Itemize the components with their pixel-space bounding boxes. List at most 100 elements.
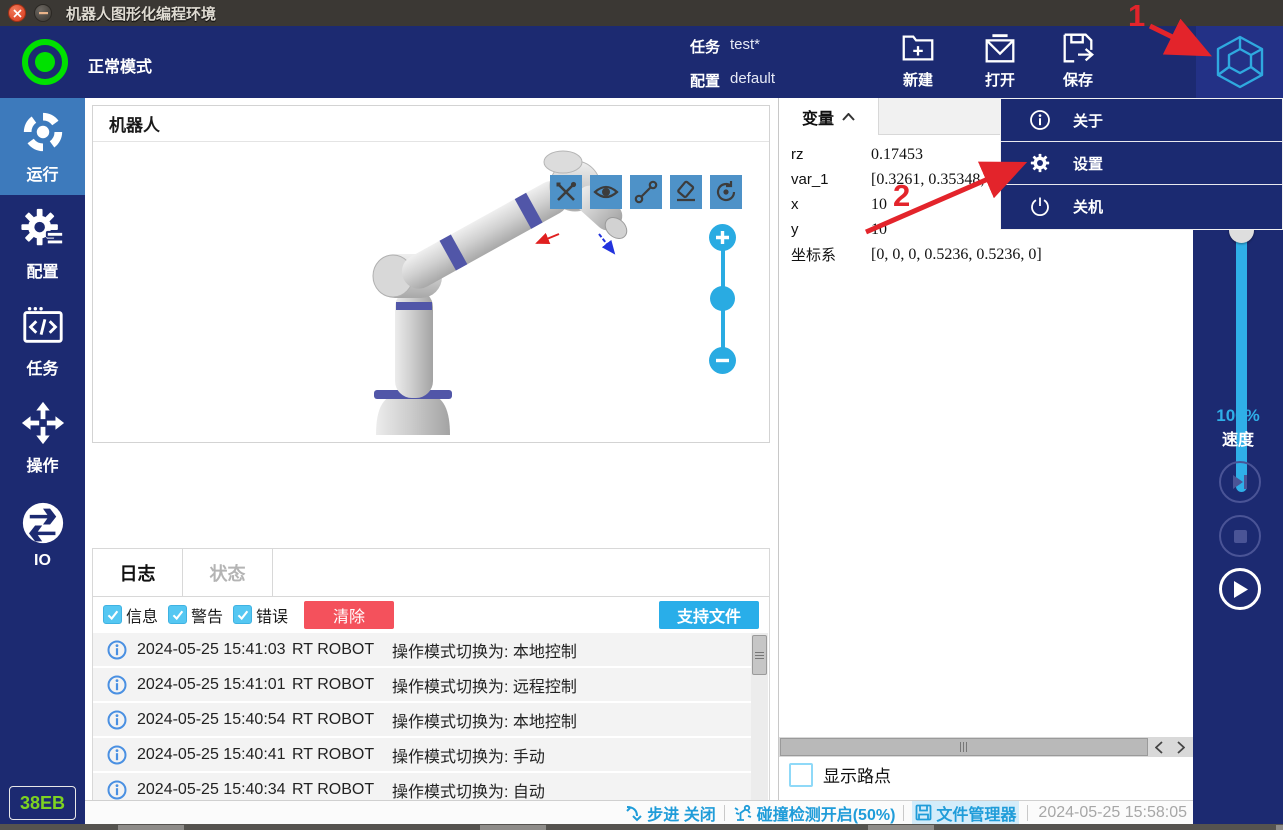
power-icon: [1029, 196, 1051, 218]
task-code-icon: [20, 303, 66, 349]
info-icon: [107, 640, 127, 660]
info-checkbox[interactable]: [103, 605, 122, 624]
scroll-right-button[interactable]: [1170, 737, 1192, 757]
app-dropdown-menu: 关于 设置: [1000, 98, 1283, 230]
clear-log-button[interactable]: 清除: [304, 601, 394, 629]
statusbar-timestamp: 2024-05-25 15:58:05: [1038, 804, 1187, 822]
log-tabs: 日志 状态: [93, 549, 769, 597]
show-waypoints-label: 显示路点: [823, 762, 891, 787]
file-manager-button[interactable]: 文件管理器: [912, 801, 1019, 825]
task-value: test*: [730, 36, 760, 53]
log-panel: 日志 状态 信息 警告: [92, 548, 770, 830]
divider: [903, 805, 904, 821]
tab-log[interactable]: 日志: [93, 549, 183, 596]
save-icon: [1059, 29, 1097, 67]
path-button[interactable]: [630, 175, 662, 209]
step-button[interactable]: [1219, 461, 1261, 503]
skip-icon: [1231, 474, 1249, 490]
error-checkbox[interactable]: [233, 605, 252, 624]
erase-button[interactable]: [670, 175, 702, 209]
scroll-left-button[interactable]: [1148, 737, 1170, 757]
sidebar-item-operate[interactable]: 操作: [0, 389, 85, 486]
step-mode-status[interactable]: 步进 关闭: [625, 801, 715, 825]
play-icon: [1232, 580, 1249, 599]
filter-info[interactable]: 信息: [103, 603, 158, 627]
open-icon: [981, 29, 1019, 67]
variable-row[interactable]: 坐标系 [0, 0, 0, 0.5236, 0.5236, 0]: [779, 242, 1194, 267]
move-arrows-icon: [20, 400, 66, 446]
reset-view-button[interactable]: [710, 175, 742, 209]
task-label: 任务: [690, 36, 720, 57]
speed-slider-track[interactable]: [1236, 222, 1247, 492]
window-close-button[interactable]: [8, 4, 26, 22]
view-toolbar: [550, 175, 742, 209]
support-file-button[interactable]: 支持文件: [659, 601, 759, 629]
check-icon: [106, 608, 119, 621]
eye-icon: [593, 179, 619, 205]
sidebar-item-task[interactable]: 任务: [0, 292, 85, 389]
filter-error[interactable]: 错误: [233, 603, 288, 627]
speed-label: 速度: [1193, 426, 1283, 450]
filter-warning[interactable]: 警告: [168, 603, 223, 627]
divider: [724, 805, 725, 821]
stop-icon: [1233, 529, 1248, 544]
show-waypoints-checkbox[interactable]: [789, 763, 813, 787]
log-row: 2024-05-25 15:41:01RT ROBOT操作模式切换为: 远程控制: [93, 668, 753, 701]
close-icon: [13, 9, 22, 18]
new-task-button[interactable]: 新建: [885, 29, 951, 97]
zoom-slider-handle[interactable]: [710, 286, 735, 311]
variable-hscrollbar[interactable]: [779, 737, 1194, 757]
app-menu-button[interactable]: [1196, 26, 1283, 98]
config-value: default: [730, 70, 775, 87]
menu-item-about[interactable]: 关于: [1001, 99, 1282, 142]
run-icon: [20, 109, 66, 155]
sidebar-item-run[interactable]: 运行: [0, 98, 85, 195]
collision-text: 碰撞检测开启(50%): [757, 801, 896, 825]
chevron-right-icon: [1177, 741, 1185, 754]
step-mode-text: 步进 关闭: [647, 801, 715, 825]
robot-3d-viewport[interactable]: [93, 142, 769, 442]
info-icon: [107, 780, 127, 800]
show-waypoints-option[interactable]: 显示路点: [789, 762, 891, 787]
tab-status[interactable]: 状态: [183, 549, 273, 596]
sidebar-item-config[interactable]: 配置: [0, 195, 85, 292]
device-id-badge[interactable]: 38EB: [9, 786, 76, 820]
app-window: 机器人图形化编程环境 正常模式 任务 test* 配置 default 新建 打…: [0, 0, 1283, 830]
hscrollbar-thumb[interactable]: [780, 738, 1148, 756]
divider: [1027, 805, 1028, 821]
path-icon: [633, 179, 659, 205]
log-row: 2024-05-25 15:40:41RT ROBOT操作模式切换为: 手动: [93, 738, 753, 771]
log-scrollbar-thumb[interactable]: [752, 635, 767, 675]
window-minimize-button[interactable]: [34, 4, 52, 22]
check-icon: [171, 608, 184, 621]
collapse-chevron-icon: [842, 113, 855, 121]
variable-tab[interactable]: 变量: [779, 98, 879, 135]
variable-tab-label: 变量: [802, 105, 834, 129]
mode-status-icon: [20, 37, 70, 87]
stop-button[interactable]: [1219, 515, 1261, 557]
file-manager-text: 文件管理器: [936, 801, 1016, 825]
open-task-button[interactable]: 打开: [967, 29, 1033, 97]
step-mode-icon: [625, 804, 643, 822]
tools-icon: [554, 180, 578, 204]
check-icon: [236, 608, 249, 621]
menu-item-settings[interactable]: 设置: [1001, 142, 1282, 185]
chevron-left-icon: [1155, 741, 1163, 754]
speed-percent: 100%: [1193, 406, 1283, 426]
minus-icon: [715, 353, 730, 368]
collision-status[interactable]: 碰撞检测开启(50%): [733, 801, 896, 825]
new-folder-icon: [899, 29, 937, 67]
zoom-in-button[interactable]: [709, 224, 736, 251]
log-row: 2024-05-25 15:40:54RT ROBOT操作模式切换为: 本地控制: [93, 703, 753, 736]
warning-checkbox[interactable]: [168, 605, 187, 624]
play-button[interactable]: [1219, 568, 1261, 610]
zoom-out-button[interactable]: [709, 347, 736, 374]
desktop-strip: [0, 824, 1283, 830]
visibility-button[interactable]: [590, 175, 622, 209]
tools-button[interactable]: [550, 175, 582, 209]
save-task-button[interactable]: 保存: [1045, 29, 1111, 97]
menu-item-shutdown[interactable]: 关机: [1001, 185, 1282, 228]
brand-logo-icon: [1212, 33, 1268, 91]
eraser-icon: [673, 179, 699, 205]
sidebar-item-io[interactable]: IO: [0, 486, 85, 583]
